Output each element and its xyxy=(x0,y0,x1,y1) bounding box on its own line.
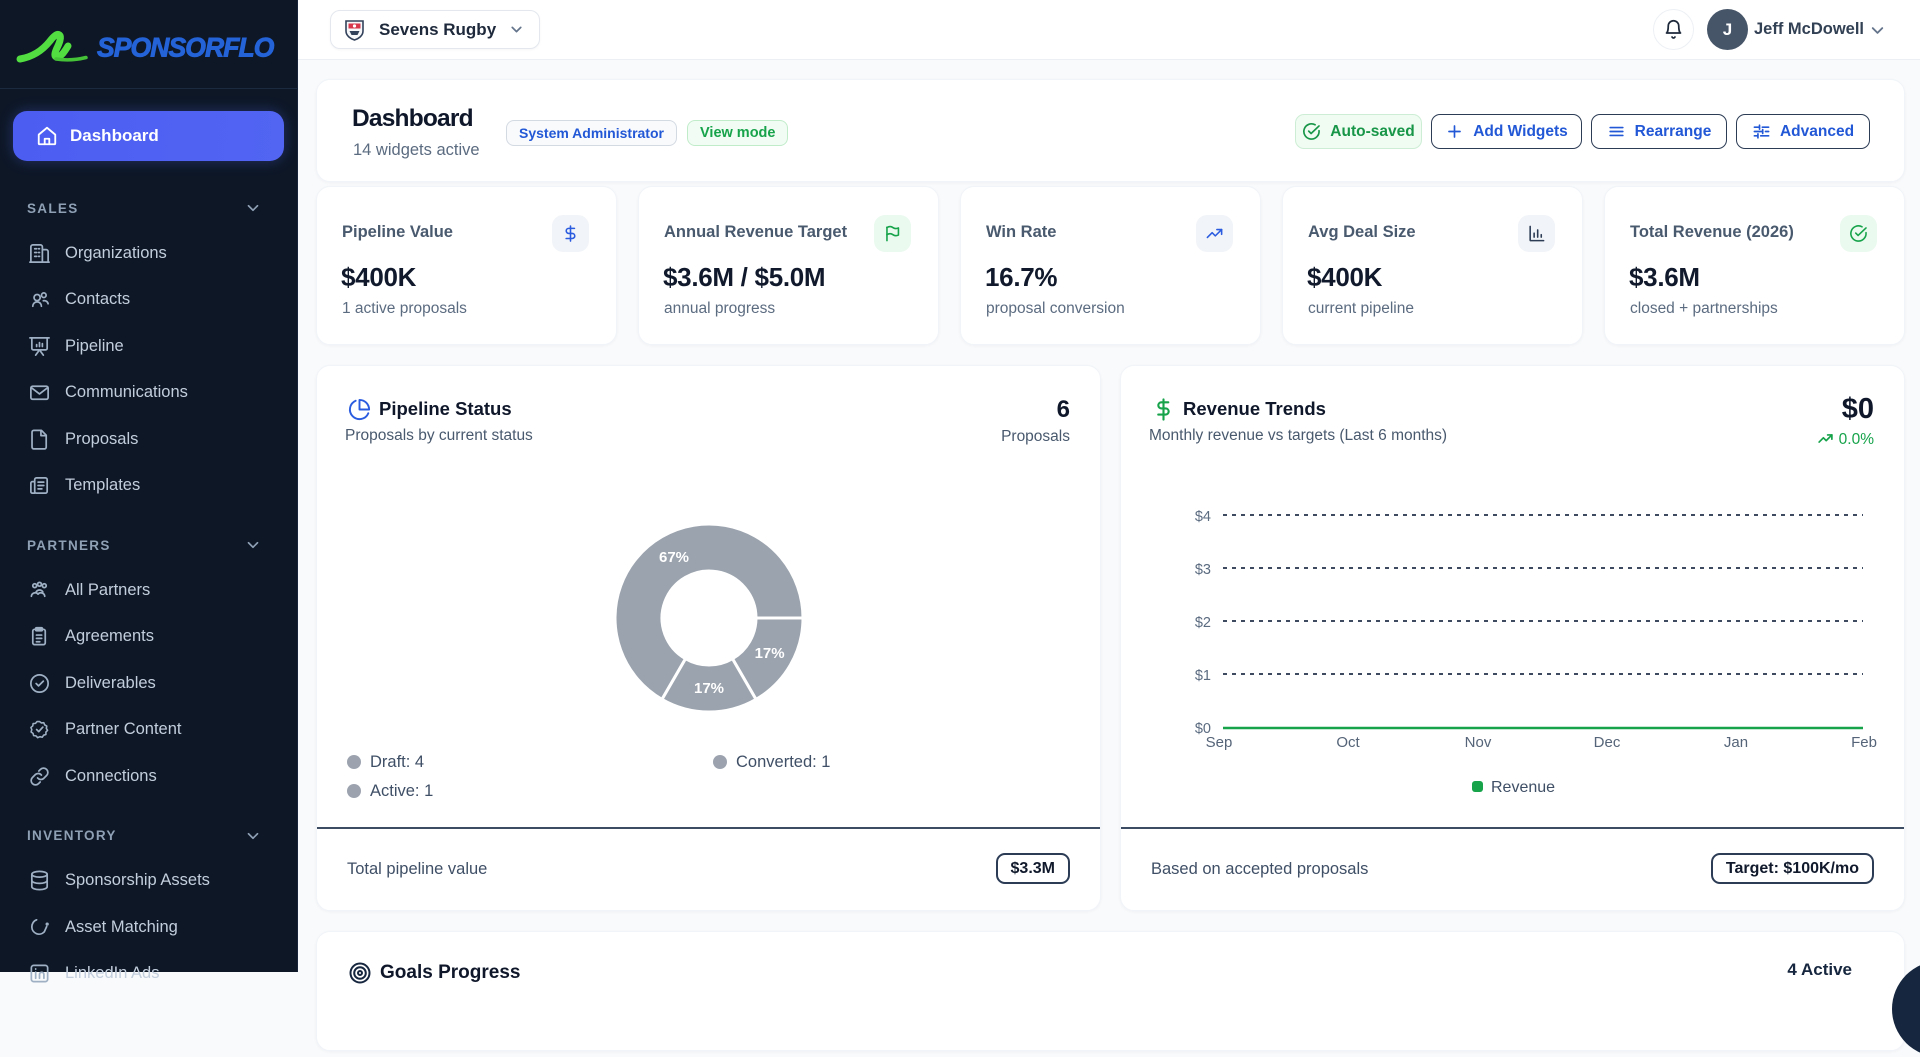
svg-text:$1: $1 xyxy=(1195,668,1211,684)
svg-text:17%: 17% xyxy=(755,645,785,662)
svg-text:Oct: Oct xyxy=(1336,734,1360,751)
svg-text:$4: $4 xyxy=(1195,509,1211,525)
svg-text:Nov: Nov xyxy=(1465,734,1492,751)
svg-text:$2: $2 xyxy=(1195,615,1211,631)
svg-text:17%: 17% xyxy=(694,680,724,697)
svg-text:67%: 67% xyxy=(659,549,689,566)
svg-text:Feb: Feb xyxy=(1851,734,1877,751)
svg-text:SPONSORFLO: SPONSORFLO xyxy=(97,33,275,63)
svg-text:Jan: Jan xyxy=(1724,734,1748,751)
svg-text:$3: $3 xyxy=(1195,562,1211,578)
svg-text:Dec: Dec xyxy=(1594,734,1621,751)
svg-text:Sep: Sep xyxy=(1206,734,1233,751)
